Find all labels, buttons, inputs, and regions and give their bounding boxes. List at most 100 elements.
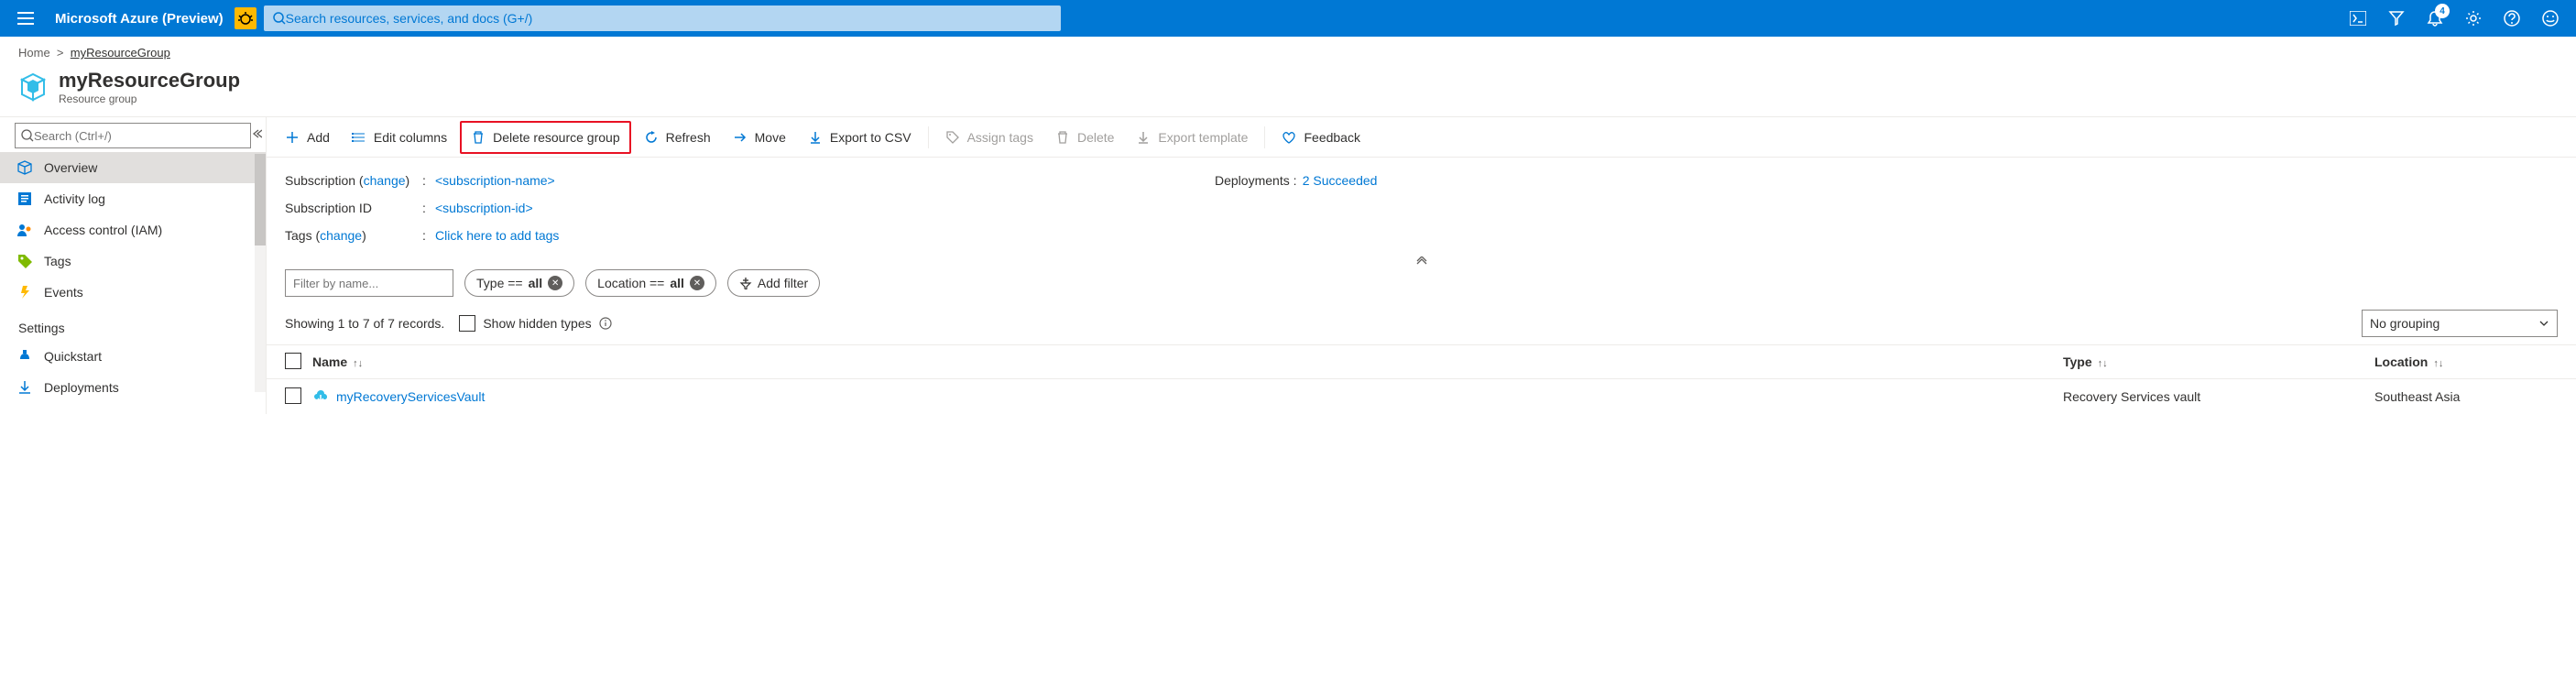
sidebar-item-access-control[interactable]: Access control (IAM) [0, 214, 266, 245]
plus-icon [285, 130, 300, 145]
feedback-button[interactable]: Feedback [1272, 121, 1369, 154]
column-header-type[interactable]: Type↑↓ [2063, 354, 2374, 369]
show-hidden-types-checkbox[interactable]: Show hidden types [459, 315, 611, 332]
resource-location: Southeast Asia [2374, 389, 2558, 404]
type-filter-pill[interactable]: Type == all ✕ [464, 269, 574, 297]
essentials-panel: Subscription (change) : <subscription-na… [267, 158, 2576, 258]
add-filter-button[interactable]: Add filter [727, 269, 820, 297]
row-checkbox[interactable] [285, 387, 301, 404]
chevron-down-icon [2538, 318, 2549, 329]
sidebar-item-label: Access control (IAM) [44, 223, 162, 237]
change-subscription-link[interactable]: change [364, 173, 406, 188]
resource-link[interactable]: myRecoveryServicesVault [312, 388, 2063, 405]
page-title-row: myResourceGroup Resource group [0, 65, 2576, 116]
add-button[interactable]: Add [276, 121, 339, 154]
iam-icon [16, 222, 33, 238]
column-header-location[interactable]: Location↑↓ [2374, 354, 2558, 369]
trash-icon [1055, 130, 1070, 145]
settings-icon[interactable] [2455, 0, 2492, 37]
column-header-name[interactable]: Name↑↓ [312, 354, 2063, 369]
directory-filter-icon[interactable] [2378, 0, 2415, 37]
breadcrumb-current[interactable]: myResourceGroup [71, 46, 170, 60]
refresh-button[interactable]: Refresh [635, 121, 720, 154]
records-count: Showing 1 to 7 of 7 records. [285, 316, 444, 331]
sidebar-settings-header: Settings [0, 308, 266, 341]
sidebar-item-quickstart[interactable]: Quickstart [0, 341, 266, 372]
breadcrumb-home[interactable]: Home [18, 46, 50, 60]
heart-icon [1282, 130, 1296, 145]
sidebar-item-label: Tags [44, 254, 71, 268]
sidebar-item-events[interactable]: Events [0, 277, 266, 308]
notifications-icon[interactable]: 4 [2417, 0, 2453, 37]
delete-resource-group-button[interactable]: Delete resource group [460, 121, 631, 154]
sidebar-search[interactable] [15, 123, 251, 148]
filter-by-name-input[interactable] [285, 269, 453, 297]
recovery-vault-icon [312, 388, 329, 405]
help-icon[interactable] [2494, 0, 2530, 37]
table-row: myRecoveryServicesVault Recovery Service… [267, 379, 2576, 414]
grouping-select[interactable]: No grouping [2362, 310, 2558, 337]
page-subtitle: Resource group [59, 93, 240, 105]
clear-location-filter-icon[interactable]: ✕ [690, 276, 704, 290]
quickstart-icon [16, 348, 33, 365]
export-template-button[interactable]: Export template [1127, 121, 1257, 154]
subscription-id-value: <subscription-id> [435, 201, 533, 215]
download-icon [808, 130, 823, 145]
sidebar-search-input[interactable] [34, 129, 245, 143]
trash-icon [471, 130, 486, 145]
sidebar-item-activity-log[interactable]: Activity log [0, 183, 266, 214]
records-row: Showing 1 to 7 of 7 records. Show hidden… [267, 302, 2576, 344]
sidebar-item-deployments[interactable]: Deployments [0, 372, 266, 403]
clear-type-filter-icon[interactable]: ✕ [548, 276, 562, 290]
location-filter-pill[interactable]: Location == all ✕ [585, 269, 716, 297]
add-tags-link[interactable]: Click here to add tags [435, 228, 559, 243]
sidebar: Overview Activity log Access control (IA… [0, 116, 266, 414]
preview-bug-icon[interactable] [235, 7, 257, 29]
deployments-icon [16, 379, 33, 396]
cube-icon [16, 159, 33, 176]
header-icons: 4 [2340, 0, 2569, 37]
sidebar-item-overview[interactable]: Overview [0, 152, 266, 183]
activity-log-icon [16, 191, 33, 207]
columns-icon [352, 130, 366, 145]
select-all-checkbox[interactable] [285, 353, 301, 369]
delete-button[interactable]: Delete [1046, 121, 1123, 154]
tags-icon [945, 130, 960, 145]
content-area: Add Edit columns Delete resource group R… [266, 116, 2576, 414]
search-icon [21, 129, 34, 142]
add-filter-icon [739, 277, 752, 289]
breadcrumb: Home > myResourceGroup [0, 37, 2576, 65]
cloud-shell-icon[interactable] [2340, 0, 2376, 37]
sidebar-item-label: Events [44, 285, 83, 300]
download-icon [1136, 130, 1151, 145]
feedback-smiley-icon[interactable] [2532, 0, 2569, 37]
deployments-link[interactable]: 2 Succeeded [1303, 173, 1378, 188]
move-button[interactable]: Move [724, 121, 795, 154]
change-tags-link[interactable]: change [320, 228, 362, 243]
search-icon [273, 12, 286, 25]
resource-type: Recovery Services vault [2063, 389, 2374, 404]
tags-icon [16, 253, 33, 269]
sidebar-scrollbar[interactable] [255, 154, 266, 392]
collapse-sidebar-icon[interactable] [251, 128, 262, 139]
refresh-icon [644, 130, 659, 145]
subscription-name-link[interactable]: <subscription-name> [435, 173, 555, 188]
brand-label[interactable]: Microsoft Azure (Preview) [44, 11, 235, 27]
top-header: Microsoft Azure (Preview) 4 [0, 0, 2576, 37]
table-header: Name↑↓ Type↑↓ Location↑↓ [267, 344, 2576, 379]
notification-count-badge: 4 [2435, 4, 2450, 18]
sidebar-item-tags[interactable]: Tags [0, 245, 266, 277]
collapse-essentials-icon[interactable] [1415, 256, 1428, 266]
export-csv-button[interactable]: Export to CSV [799, 121, 921, 154]
global-search-input[interactable] [286, 11, 1052, 26]
sidebar-item-label: Overview [44, 160, 97, 175]
command-bar: Add Edit columns Delete resource group R… [267, 117, 2576, 158]
sidebar-item-label: Quickstart [44, 349, 102, 364]
sidebar-item-label: Deployments [44, 380, 119, 395]
assign-tags-button[interactable]: Assign tags [936, 121, 1042, 154]
info-icon[interactable] [599, 317, 612, 330]
edit-columns-button[interactable]: Edit columns [343, 121, 456, 154]
menu-icon[interactable] [7, 0, 44, 37]
arrow-right-icon [733, 130, 748, 145]
global-search[interactable] [264, 5, 1061, 31]
